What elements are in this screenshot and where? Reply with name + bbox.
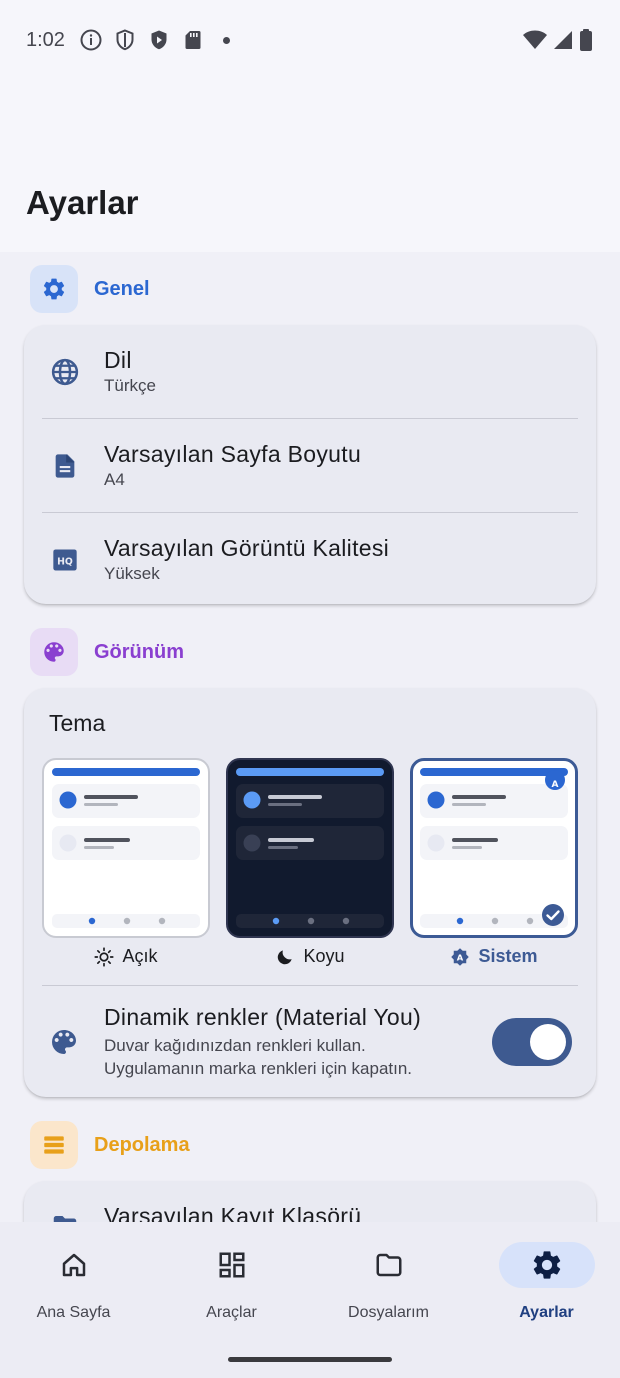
setting-row-image-quality[interactable]: HQ Varsayılan Görüntü Kalitesi Yüksek bbox=[24, 513, 596, 606]
nav-item-tools[interactable]: Araçlar bbox=[154, 1242, 309, 1322]
nav-label: Dosyalarım bbox=[348, 1304, 429, 1321]
notification-dot bbox=[222, 36, 230, 44]
setting-row-text: Varsayılan Görüntü Kalitesi Yüksek bbox=[104, 535, 389, 584]
info-icon bbox=[80, 29, 102, 51]
auto-brightness-icon: A bbox=[451, 947, 470, 966]
setting-title: Dil bbox=[104, 347, 132, 373]
setting-value: A4 bbox=[104, 470, 125, 489]
nav-label: Ana Sayfa bbox=[36, 1304, 111, 1321]
svg-text:A: A bbox=[552, 780, 559, 790]
section-header-appearance: Görünüm bbox=[30, 628, 184, 676]
status-time: 1:02 bbox=[26, 28, 65, 51]
storage-settings-card: Varsayılan Kayıt Klasörü bbox=[24, 1181, 596, 1222]
settings-scroll-area[interactable]: Genel Dil Türkçe Varsayılan Sayfa Boyutu… bbox=[0, 252, 620, 1222]
toggle-knob bbox=[530, 1024, 566, 1060]
setting-row-text: Dil Türkçe bbox=[104, 347, 156, 396]
folder-icon bbox=[48, 1209, 82, 1222]
vpn-shield-icon bbox=[151, 30, 167, 50]
sun-icon bbox=[94, 946, 115, 967]
section-label-general: Genel bbox=[94, 277, 150, 300]
general-settings-card: Dil Türkçe Varsayılan Sayfa Boyutu A4 HQ… bbox=[24, 325, 596, 604]
setting-row-text: Varsayılan Kayıt Klasörü bbox=[104, 1203, 361, 1222]
nav-item-home[interactable]: Ana Sayfa bbox=[0, 1242, 151, 1322]
dynamic-colors-subtitle-1: Duvar kağıdınızdan renkleri kullan. bbox=[104, 1036, 366, 1055]
shield-icon bbox=[116, 29, 134, 51]
check-circle-icon bbox=[542, 904, 564, 926]
grid-tools-icon bbox=[184, 1242, 280, 1288]
gear-icon bbox=[498, 1242, 595, 1288]
status-icons-right bbox=[522, 28, 594, 52]
moon-icon bbox=[278, 949, 293, 964]
status-bar: 1:02 bbox=[0, 0, 620, 80]
bottom-navigation: Ana Sayfa Araçlar Dosyalarım Ayarlar bbox=[0, 1222, 620, 1378]
cell-signal-icon bbox=[554, 31, 572, 49]
setting-value: Yüksek bbox=[104, 564, 160, 583]
battery-icon bbox=[580, 29, 592, 51]
nav-label: Araçlar bbox=[206, 1304, 257, 1321]
setting-title: Varsayılan Görüntü Kalitesi bbox=[104, 535, 390, 561]
svg-text:A: A bbox=[457, 952, 464, 962]
setting-title: Varsayılan Kayıt Klasörü bbox=[104, 1203, 362, 1222]
svg-text:HQ: HQ bbox=[57, 556, 73, 567]
appearance-settings-card: Tema Açık Koyu A A Sistem Dinamik renkle… bbox=[24, 688, 596, 1097]
theme-label-text: Koyu bbox=[303, 946, 345, 966]
palette-icon bbox=[30, 628, 78, 676]
theme-label-system[interactable]: A Sistem bbox=[410, 946, 578, 967]
storage-icon bbox=[30, 1121, 78, 1169]
dynamic-colors-toggle[interactable] bbox=[492, 1018, 572, 1066]
sd-card-icon bbox=[185, 31, 201, 49]
gear-icon bbox=[30, 265, 78, 313]
section-header-storage: Depolama bbox=[30, 1121, 190, 1169]
setting-value: Türkçe bbox=[104, 376, 156, 395]
setting-title: Varsayılan Sayfa Boyutu bbox=[104, 441, 362, 467]
document-icon bbox=[48, 449, 82, 483]
theme-label-text: Sistem bbox=[478, 946, 538, 966]
dynamic-colors-title: Dinamik renkler (Material You) bbox=[104, 1004, 422, 1030]
dynamic-colors-text: Dinamik renkler (Material You) Duvar kağ… bbox=[104, 1004, 421, 1080]
section-header-general: Genel bbox=[30, 265, 150, 313]
section-label-appearance: Görünüm bbox=[94, 640, 184, 663]
light-theme-preview bbox=[52, 768, 200, 928]
setting-row-text: Varsayılan Sayfa Boyutu A4 bbox=[104, 441, 361, 490]
theme-option-dark[interactable] bbox=[226, 758, 394, 938]
dark-theme-preview bbox=[236, 768, 384, 928]
setting-row-page-size[interactable]: Varsayılan Sayfa Boyutu A4 bbox=[24, 419, 596, 512]
theme-label-light[interactable]: Açık bbox=[42, 946, 210, 967]
theme-option-system[interactable]: A bbox=[410, 758, 578, 938]
nav-item-my-files[interactable]: Dosyalarım bbox=[311, 1242, 466, 1322]
globe-icon bbox=[48, 355, 82, 389]
theme-title: Tema bbox=[49, 710, 106, 736]
nav-label: Ayarlar bbox=[519, 1304, 574, 1321]
setting-row-save-folder[interactable]: Varsayılan Kayıt Klasörü bbox=[24, 1181, 596, 1222]
home-indicator[interactable] bbox=[228, 1357, 392, 1362]
nav-item-settings[interactable]: Ayarlar bbox=[469, 1242, 620, 1322]
palette-icon bbox=[48, 1026, 80, 1063]
setting-row-language[interactable]: Dil Türkçe bbox=[24, 325, 596, 418]
home-icon bbox=[26, 1242, 122, 1288]
divider bbox=[42, 985, 578, 986]
page-title: Ayarlar bbox=[26, 184, 139, 221]
hq-icon: HQ bbox=[48, 543, 82, 577]
folder-icon bbox=[341, 1242, 437, 1288]
section-label-storage: Depolama bbox=[94, 1133, 190, 1156]
wifi-icon bbox=[523, 30, 547, 49]
theme-label-text: Açık bbox=[122, 946, 158, 966]
theme-label-dark[interactable]: Koyu bbox=[226, 946, 394, 967]
status-icons-left bbox=[79, 28, 230, 52]
dynamic-colors-subtitle-2: Uygulamanın marka renkleri için kapatın. bbox=[104, 1059, 413, 1078]
theme-option-light[interactable] bbox=[42, 758, 210, 938]
